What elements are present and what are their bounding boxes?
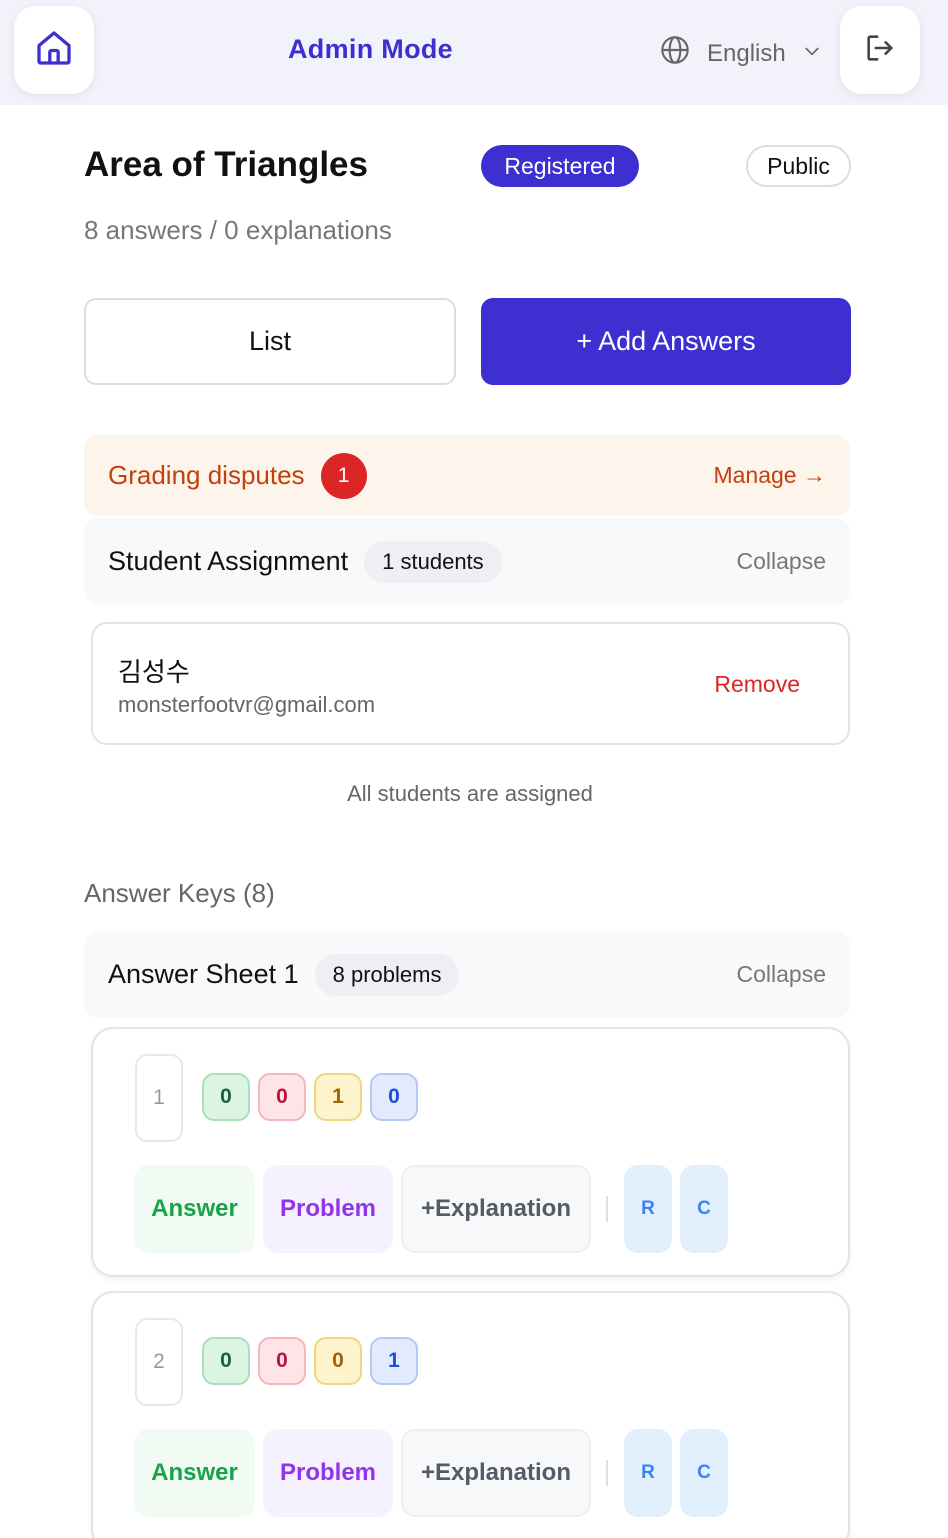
logout-icon xyxy=(863,31,897,70)
status-badge: Registered xyxy=(481,145,639,187)
globe-icon xyxy=(659,34,691,73)
grading-disputes-label: Grading disputes xyxy=(108,460,305,490)
home-icon xyxy=(34,28,74,73)
answer-button[interactable]: Answer xyxy=(134,1165,255,1253)
answer-keys-heading: Answer Keys (8) xyxy=(84,878,275,908)
answer-sheet-header: Answer Sheet 1 8 problems Collapse xyxy=(84,931,850,1018)
answer-chip-green[interactable]: 0 xyxy=(202,1073,250,1121)
divider xyxy=(606,1196,608,1222)
problems-count-badge: 8 problems xyxy=(314,953,460,996)
problem-card: 1 0 0 1 0 Answer Problem +Explanation R … xyxy=(91,1027,850,1277)
r-button[interactable]: R xyxy=(624,1429,672,1517)
disputes-count-badge: 1 xyxy=(320,452,367,499)
student-card: 김성수 monsterfootvr@gmail.com Remove xyxy=(91,622,850,745)
problem-button[interactable]: Problem xyxy=(263,1165,393,1253)
student-assignment-header: Student Assignment 1 students Collapse xyxy=(84,518,850,605)
assignment-stats: 8 answers / 0 explanations xyxy=(84,215,392,245)
chevron-down-icon xyxy=(802,40,822,68)
r-button[interactable]: R xyxy=(624,1165,672,1253)
language-selector[interactable]: English xyxy=(659,34,822,73)
logout-button[interactable] xyxy=(840,6,920,94)
answer-chip-blue[interactable]: 1 xyxy=(370,1337,418,1385)
answer-chip-yellow[interactable]: 0 xyxy=(314,1337,362,1385)
manage-disputes-link[interactable]: Manage → xyxy=(713,462,826,489)
top-bar: Admin Mode English xyxy=(0,0,948,105)
answer-chip-red[interactable]: 0 xyxy=(258,1337,306,1385)
answer-chip-yellow[interactable]: 1 xyxy=(314,1073,362,1121)
answer-chip-green[interactable]: 0 xyxy=(202,1337,250,1385)
visibility-badge[interactable]: Public xyxy=(746,145,851,187)
student-name: 김성수 xyxy=(118,657,190,687)
add-explanation-button[interactable]: +Explanation xyxy=(401,1429,591,1517)
home-button[interactable] xyxy=(14,6,94,94)
answer-sheet-title: Answer Sheet 1 xyxy=(108,959,299,989)
collapse-students-button[interactable]: Collapse xyxy=(737,548,827,575)
divider xyxy=(606,1460,608,1486)
grading-disputes-banner: Grading disputes 1 Manage → xyxy=(84,435,850,516)
students-count-badge: 1 students xyxy=(364,540,502,583)
problem-number[interactable]: 1 xyxy=(135,1054,183,1142)
c-button[interactable]: C xyxy=(680,1429,728,1517)
c-button[interactable]: C xyxy=(680,1165,728,1253)
answer-chip-blue[interactable]: 0 xyxy=(370,1073,418,1121)
problem-card: 2 0 0 0 1 Answer Problem +Explanation R … xyxy=(91,1291,850,1538)
collapse-sheet-button[interactable]: Collapse xyxy=(737,961,827,988)
answer-button[interactable]: Answer xyxy=(134,1429,255,1517)
list-button[interactable]: List xyxy=(84,298,456,385)
assignment-title: Area of Triangles xyxy=(84,145,368,184)
add-answers-button[interactable]: + Add Answers xyxy=(481,298,851,385)
problem-button[interactable]: Problem xyxy=(263,1429,393,1517)
page-mode-title: Admin Mode xyxy=(288,34,453,64)
problem-number[interactable]: 2 xyxy=(135,1318,183,1406)
add-explanation-button[interactable]: +Explanation xyxy=(401,1165,591,1253)
language-label: English xyxy=(707,39,786,67)
student-email: monsterfootvr@gmail.com xyxy=(118,692,376,717)
student-assignment-title: Student Assignment xyxy=(108,546,349,576)
all-assigned-text: All students are assigned xyxy=(347,781,593,806)
remove-student-button[interactable]: Remove xyxy=(714,671,800,698)
answer-chip-red[interactable]: 0 xyxy=(258,1073,306,1121)
